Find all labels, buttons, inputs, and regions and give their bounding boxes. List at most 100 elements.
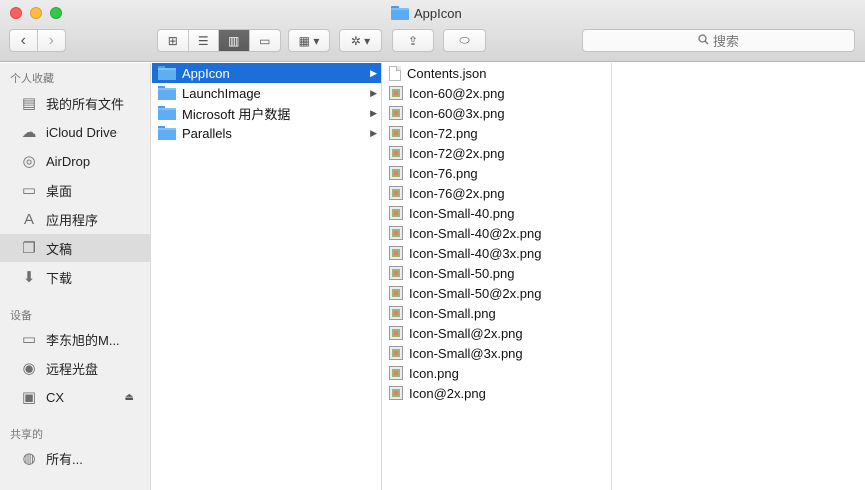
image-file-icon — [389, 226, 403, 240]
eject-icon[interactable]: ⏏ — [125, 392, 134, 403]
zoom-window-button[interactable] — [50, 7, 62, 19]
folder-label: AppIcon — [182, 65, 230, 81]
sidebar-item-label: 文稿 — [46, 241, 73, 257]
sidebar-item-macbook[interactable]: ▭ 李东旭的M... — [0, 325, 150, 353]
view-list-button[interactable]: ☰ — [189, 30, 219, 51]
coverflow-view-icon: ▭ — [259, 33, 271, 48]
cloud-icon: ☁ — [21, 124, 37, 141]
image-file-icon — [389, 146, 403, 160]
window-title-text: AppIcon — [414, 5, 462, 21]
file-row[interactable]: Icon-Small-50.png — [383, 263, 611, 283]
list-view-icon: ☰ — [197, 33, 209, 48]
column-view-icon: ▥ — [228, 33, 240, 48]
sidebar-item-downloads[interactable]: ⬇ 下载 — [0, 263, 150, 291]
tag-button[interactable]: ⬭ — [443, 29, 486, 52]
chevron-left-icon: ‹ — [20, 31, 26, 49]
view-mode-group: ⊞ ☰ ▥ ▭ — [157, 29, 281, 52]
file-row[interactable]: Contents.json — [383, 63, 611, 83]
sidebar-item-documents[interactable]: ❐ 文稿 — [0, 234, 150, 262]
folder-icon — [158, 106, 176, 120]
desktop-icon: ▭ — [21, 182, 37, 199]
search-input[interactable]: 搜索 — [582, 29, 855, 52]
tag-icon: ⬭ — [459, 33, 470, 47]
folder-row-appicon[interactable]: AppIcon ▶ — [152, 63, 381, 83]
share-button[interactable]: ⇪ — [392, 29, 434, 52]
file-row[interactable]: Icon-Small.png — [383, 303, 611, 323]
view-coverflow-button[interactable]: ▭ — [250, 30, 280, 51]
file-row[interactable]: Icon@2x.png — [383, 383, 611, 403]
file-label: Icon.png — [409, 365, 459, 381]
browser-column-1: AppIcon ▶ LaunchImage ▶ Microsoft 用户数据 ▶… — [152, 63, 382, 490]
gear-icon: ✲ ▾ — [350, 33, 371, 48]
sidebar-item-label: 所有... — [46, 451, 83, 467]
minimize-window-button[interactable] — [30, 7, 42, 19]
sidebar-item-remote-disc[interactable]: ◉ 远程光盘 — [0, 354, 150, 382]
file-row[interactable]: Icon-Small@3x.png — [383, 343, 611, 363]
back-button[interactable]: ‹ — [10, 30, 38, 51]
file-label: Icon-Small-40@3x.png — [409, 245, 542, 261]
sidebar-item-desktop[interactable]: ▭ 桌面 — [0, 176, 150, 204]
file-row[interactable]: Icon-Small-40.png — [383, 203, 611, 223]
forward-button[interactable]: › — [38, 30, 65, 51]
folder-icon — [158, 66, 176, 80]
file-row[interactable]: Icon-72@2x.png — [383, 143, 611, 163]
sidebar-item-airdrop[interactable]: ◎ AirDrop — [0, 147, 150, 175]
sidebar-item-label: 李东旭的M... — [46, 332, 120, 348]
file-label: Icon-Small@3x.png — [409, 345, 523, 361]
view-columns-button[interactable]: ▥ — [219, 30, 250, 51]
file-row[interactable]: Icon-60@2x.png — [383, 83, 611, 103]
sidebar-item-all-shared[interactable]: ◍ 所有... — [0, 444, 150, 472]
disclosure-arrow-icon: ▶ — [370, 127, 377, 138]
sidebar-item-label: AirDrop — [46, 153, 91, 169]
folder-row-microsoft-user-data[interactable]: Microsoft 用户数据 ▶ — [152, 103, 381, 123]
image-file-icon — [389, 366, 403, 380]
file-label: Icon-76.png — [409, 165, 478, 181]
close-window-button[interactable] — [10, 7, 22, 19]
file-row[interactable]: Icon-Small-40@3x.png — [383, 243, 611, 263]
view-icons-button[interactable]: ⊞ — [158, 30, 189, 51]
file-row[interactable]: Icon-60@3x.png — [383, 103, 611, 123]
disclosure-arrow-icon: ▶ — [370, 67, 377, 78]
file-row[interactable]: Icon.png — [383, 363, 611, 383]
action-button[interactable]: ✲ ▾ — [339, 29, 382, 52]
laptop-icon: ▭ — [21, 331, 37, 348]
file-row[interactable]: Icon-Small-40@2x.png — [383, 223, 611, 243]
file-label: Icon-60@2x.png — [409, 85, 505, 101]
file-label: Icon-Small-40.png — [409, 205, 515, 221]
file-row[interactable]: Icon-72.png — [383, 123, 611, 143]
file-row[interactable]: Icon-Small@2x.png — [383, 323, 611, 343]
file-label: Icon-Small-50@2x.png — [409, 285, 542, 301]
folder-icon — [158, 126, 176, 140]
file-label: Icon-60@3x.png — [409, 105, 505, 121]
drive-icon: ▣ — [21, 389, 37, 406]
folder-row-launchimage[interactable]: LaunchImage ▶ — [152, 83, 381, 103]
sidebar-item-applications[interactable]: A 应用程序 — [0, 205, 150, 233]
image-file-icon — [389, 206, 403, 220]
image-file-icon — [389, 106, 403, 120]
chevron-right-icon: › — [48, 31, 54, 49]
network-icon: ◍ — [22, 450, 36, 467]
sidebar-item-label: 我的所有文件 — [46, 96, 125, 112]
file-row[interactable]: Icon-76.png — [383, 163, 611, 183]
image-file-icon — [389, 286, 403, 300]
image-file-icon — [389, 306, 403, 320]
folder-label: Microsoft 用户数据 — [182, 106, 291, 122]
navigation-group: ‹ › — [9, 29, 66, 52]
sidebar-item-icloud-drive[interactable]: ☁ iCloud Drive — [0, 118, 150, 146]
image-file-icon — [389, 266, 403, 280]
window-title: AppIcon — [391, 4, 462, 22]
sidebar-header-devices: 设备 — [10, 310, 32, 322]
sidebar-item-all-files[interactable]: ▤ 我的所有文件 — [0, 89, 150, 117]
image-file-icon — [389, 346, 403, 360]
documents-icon: ❐ — [22, 240, 36, 257]
image-file-icon — [389, 246, 403, 260]
browser-column-3 — [613, 63, 865, 490]
sidebar-item-label: 桌面 — [46, 183, 73, 199]
folder-label: LaunchImage — [182, 85, 261, 101]
folder-row-parallels[interactable]: Parallels ▶ — [152, 123, 381, 143]
group-by-button[interactable]: ▦ ▾ — [288, 29, 330, 52]
sidebar-item-cx-drive[interactable]: ▣ CX ⏏ — [0, 383, 150, 411]
finder-window: AppIcon ‹ › ⊞ ☰ ▥ ▭ ▦ ▾ ✲ ▾ ⇪ ⬭ 搜索 个人收藏 … — [0, 0, 865, 490]
file-row[interactable]: Icon-76@2x.png — [383, 183, 611, 203]
file-row[interactable]: Icon-Small-50@2x.png — [383, 283, 611, 303]
